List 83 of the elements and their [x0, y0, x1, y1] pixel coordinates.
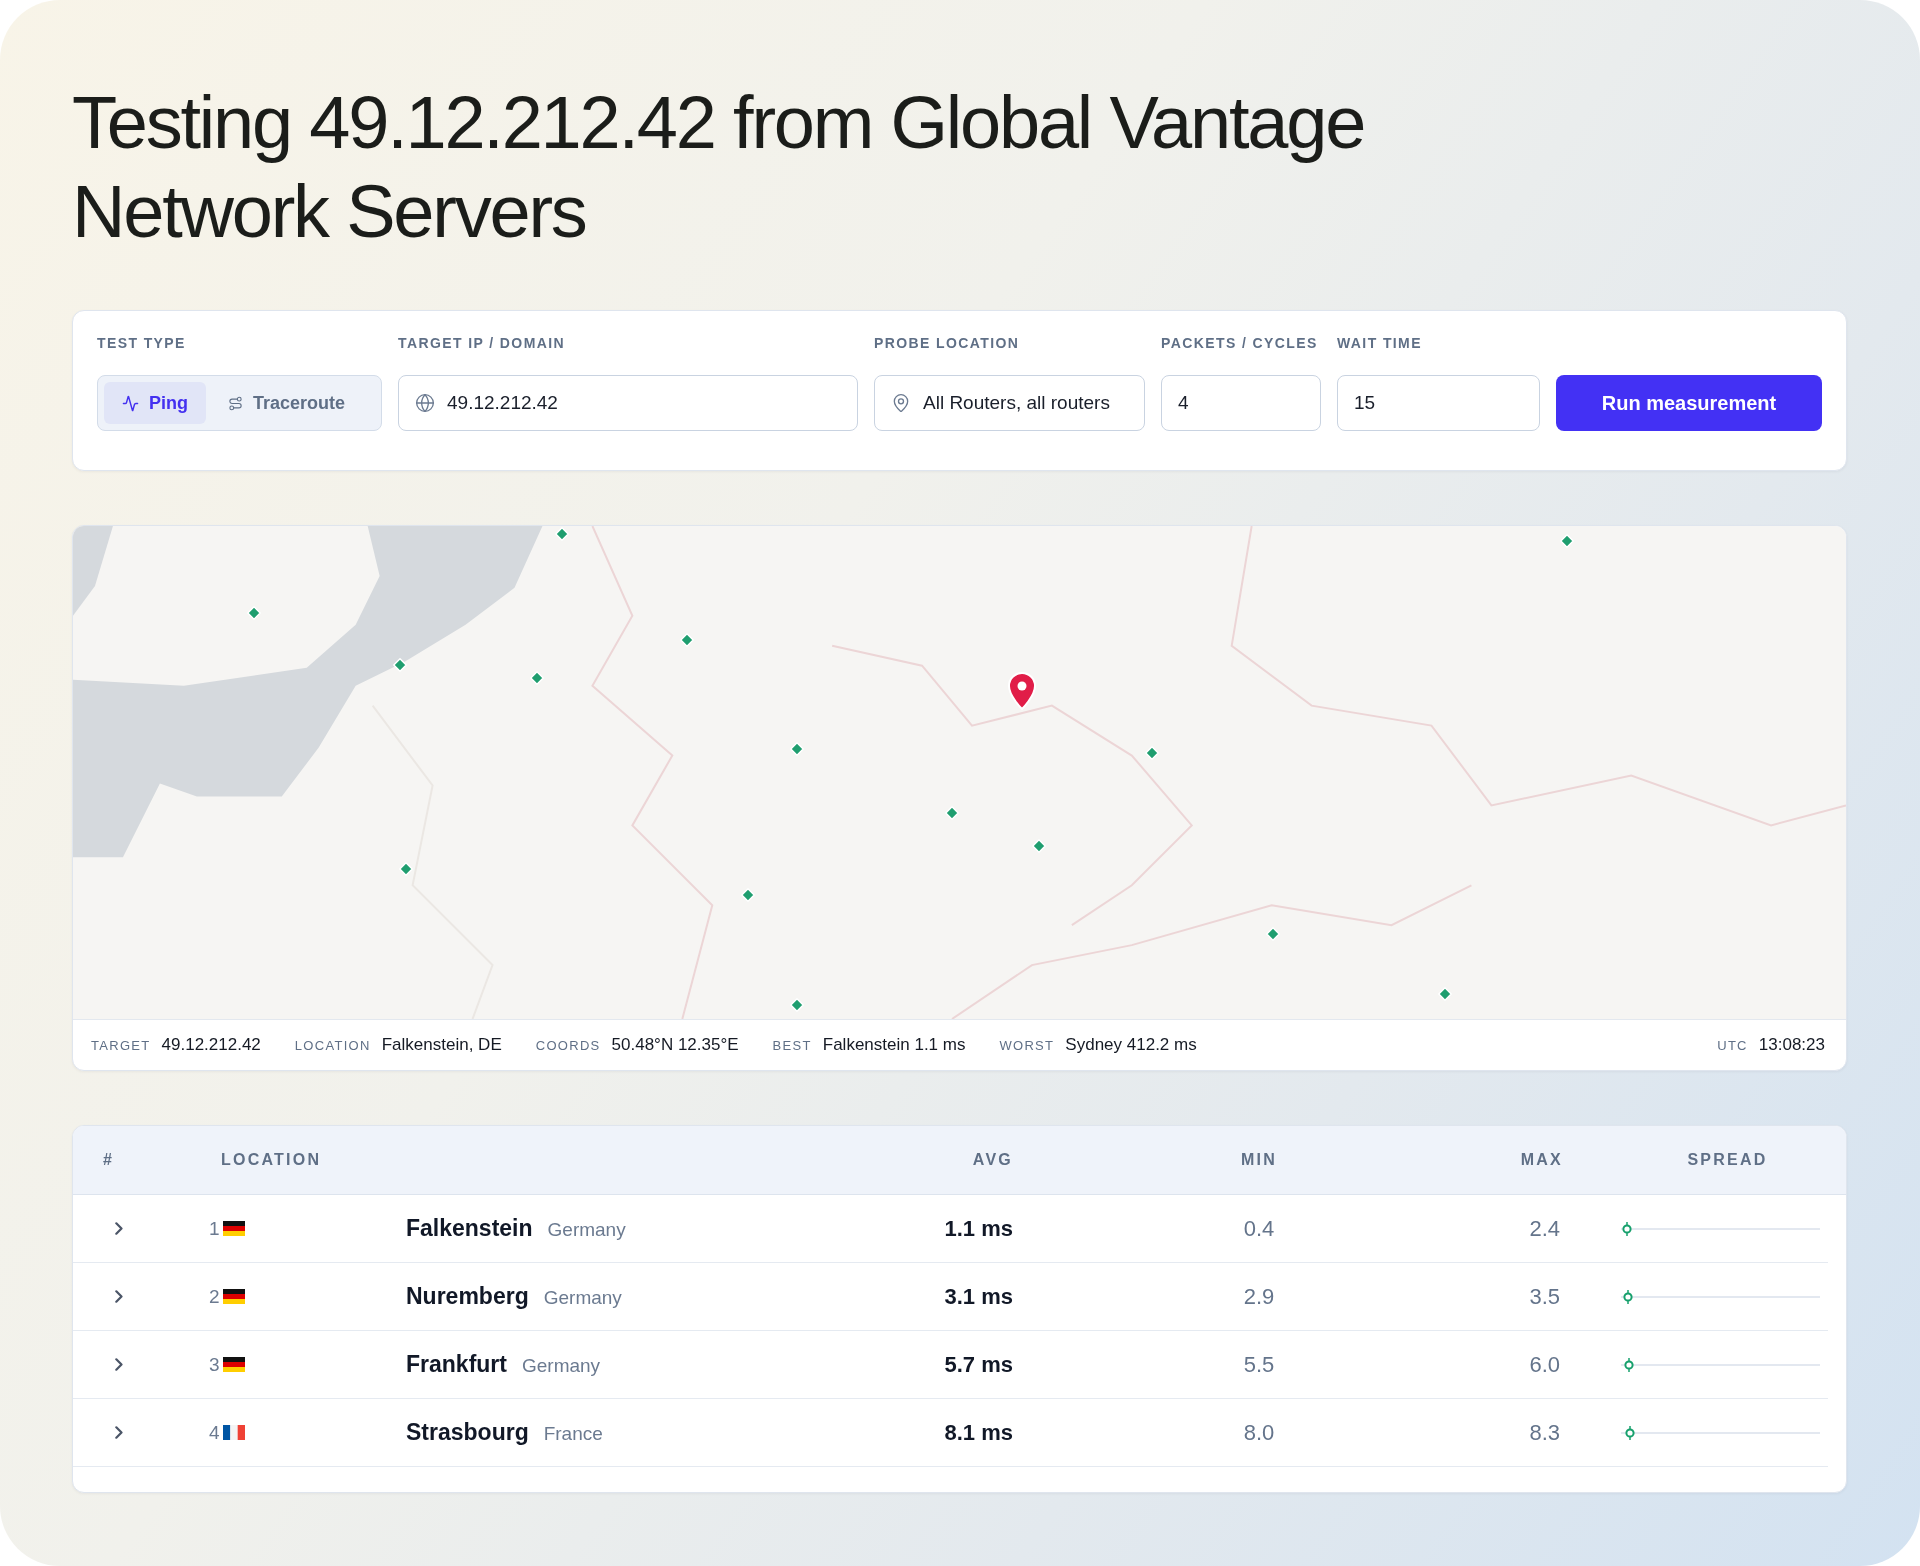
map-marker-icon[interactable] [945, 806, 959, 820]
map-marker-icon[interactable] [1266, 927, 1280, 941]
probe-location-input[interactable]: All Routers, all routers [874, 375, 1145, 431]
pulse-icon [122, 394, 139, 412]
rank-number: 3 [209, 1353, 220, 1376]
chevron-icon[interactable] [115, 1222, 123, 1235]
stat-value: 49.12.212.42 [161, 1035, 261, 1055]
map-marker-icon[interactable] [1560, 534, 1574, 548]
map-marker-icon[interactable] [399, 862, 413, 876]
column-header: MIN [1240, 1151, 1278, 1169]
stat-label: WORST [999, 1038, 1055, 1053]
avg-latency: 3.1 ms [944, 1283, 1013, 1310]
map-marker-icon[interactable] [741, 888, 755, 902]
min-latency: 2.9 [1243, 1283, 1275, 1310]
target-input[interactable]: 49.12.212.42 [398, 375, 858, 431]
map-marker-icon[interactable] [680, 633, 694, 647]
avg-latency: 5.7 ms [944, 1351, 1013, 1378]
globe-icon [415, 393, 435, 413]
avg-latency: 1.1 ms [944, 1215, 1013, 1242]
map-marker-icon[interactable] [555, 527, 569, 541]
time-value: 13:08:23 [1758, 1035, 1825, 1055]
min-latency: 8.0 [1243, 1419, 1275, 1446]
rank-number: 1 [209, 1217, 220, 1240]
chevron-icon[interactable] [115, 1358, 123, 1371]
map-pin-icon[interactable] [1007, 672, 1037, 710]
min-latency: 0.4 [1243, 1215, 1275, 1242]
stat-value: Falkenstein, DE [381, 1035, 502, 1055]
location-pin-icon [891, 393, 911, 413]
max-latency: 6.0 [1529, 1351, 1560, 1378]
field-label: WAIT TIME [1337, 335, 1423, 352]
stat-value: Sydney 412.2 ms [1065, 1035, 1197, 1055]
avg-latency: 8.1 ms [944, 1419, 1013, 1446]
column-header: AVG [972, 1151, 1013, 1169]
map-marker-icon[interactable] [1438, 987, 1452, 1001]
map-marker-icon[interactable] [393, 658, 407, 672]
column-header: LOCATION [221, 1151, 322, 1169]
map-marker-icon[interactable] [1145, 746, 1159, 760]
field-label: TARGET IP / DOMAIN [398, 335, 567, 352]
column-header: # [103, 1151, 115, 1169]
column-header: MAX [1520, 1151, 1563, 1169]
chevron-icon[interactable] [115, 1426, 123, 1439]
city-name: Nuremberg [406, 1283, 529, 1310]
field-label: TEST TYPE [97, 335, 187, 352]
max-latency: 3.5 [1529, 1283, 1560, 1310]
min-latency: 5.5 [1243, 1351, 1275, 1378]
max-latency: 2.4 [1529, 1215, 1560, 1242]
run-measurement-button[interactable]: Run measurement [1556, 375, 1822, 431]
map-marker-icon[interactable] [247, 606, 261, 620]
map-marker-icon[interactable] [1032, 839, 1046, 853]
flag-icon [222, 1221, 245, 1236]
country-name: Germany [543, 1287, 622, 1309]
field-label: PACKETS / CYCLES [1161, 335, 1319, 352]
number-input[interactable]: 4 [1161, 375, 1321, 431]
map-marker-icon[interactable] [530, 671, 544, 685]
flag-icon [222, 1425, 245, 1440]
stat-value: Falkenstein 1.1 ms [822, 1035, 966, 1055]
time-label: UTC [1717, 1038, 1748, 1053]
city-name: Frankfurt [406, 1351, 507, 1378]
rank-number: 2 [209, 1285, 220, 1308]
city-name: Falkenstein [406, 1215, 533, 1242]
field-label: PROBE LOCATION [874, 335, 1021, 352]
stat-label: LOCATION [294, 1038, 371, 1053]
flag-icon [222, 1289, 245, 1304]
column-header: SPREAD [1687, 1151, 1768, 1169]
route-icon [228, 395, 243, 411]
stat-label: TARGET [91, 1038, 151, 1053]
flag-icon [222, 1357, 245, 1372]
country-name: Germany [521, 1355, 601, 1377]
max-latency: 8.3 [1529, 1419, 1560, 1446]
stat-label: COORDS [535, 1038, 601, 1053]
stat-value: 50.48°N 12.35°E [611, 1035, 739, 1055]
map-marker-icon[interactable] [790, 742, 804, 756]
country-name: Germany [547, 1219, 626, 1241]
rank-number: 4 [209, 1421, 220, 1444]
stat-label: BEST [772, 1038, 812, 1053]
city-name: Strasbourg [406, 1419, 529, 1446]
chevron-icon[interactable] [115, 1290, 123, 1303]
number-input[interactable]: 15 [1337, 375, 1540, 431]
test-type-tab[interactable]: Ping [104, 382, 206, 424]
map-marker-icon[interactable] [790, 998, 804, 1012]
page-title: Testing 49.12.212.42 from Global Vantage Network Servers [72, 80, 1366, 255]
country-name: France [543, 1423, 603, 1445]
test-type-tab[interactable]: Traceroute [210, 382, 364, 424]
